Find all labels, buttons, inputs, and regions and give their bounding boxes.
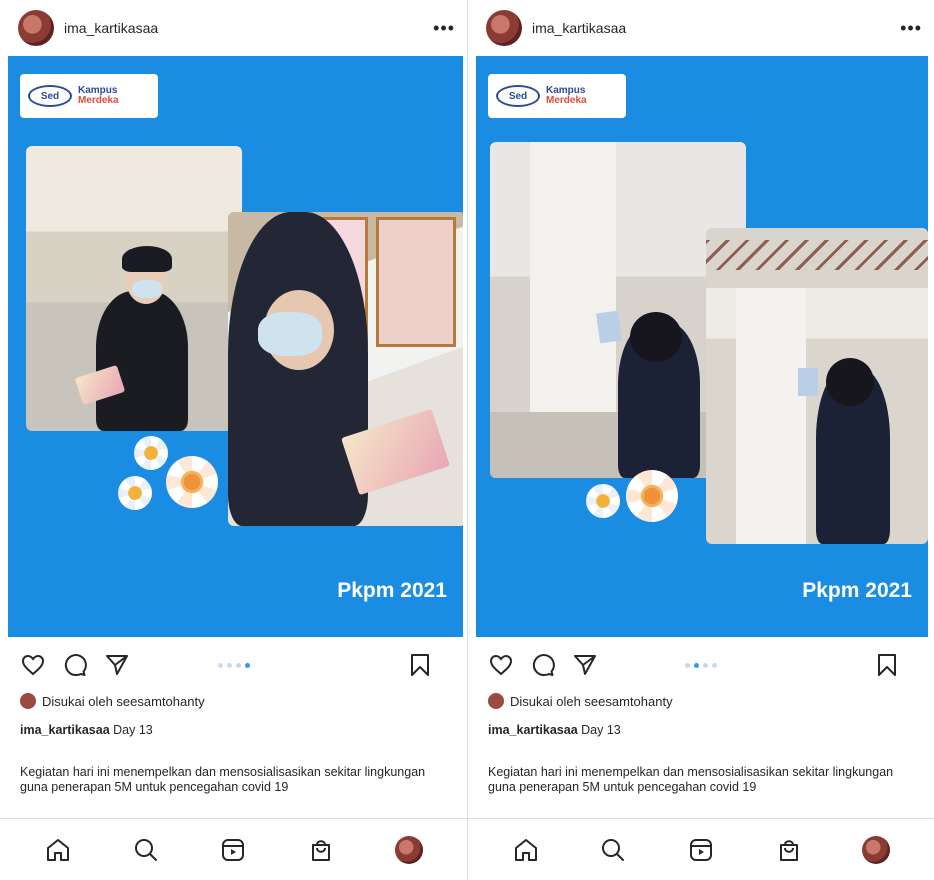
daisy-flower-icon bbox=[586, 484, 620, 518]
carousel-dot bbox=[226, 662, 232, 668]
logo-text: Kampus Merdeka bbox=[546, 84, 587, 106]
profile-avatar[interactable] bbox=[859, 833, 893, 867]
post-image[interactable]: Sed Kampus Merdeka Pkpm 2021 bbox=[476, 56, 928, 637]
comment-icon[interactable] bbox=[530, 652, 556, 678]
home-icon[interactable] bbox=[41, 833, 75, 867]
more-horizontal-icon[interactable]: ••• bbox=[900, 18, 922, 39]
username[interactable]: ima_kartikasaa bbox=[64, 20, 158, 36]
reels-icon[interactable] bbox=[684, 833, 718, 867]
caption-username[interactable]: ima_kartikasaa bbox=[20, 723, 110, 737]
caption-body: Kegiatan hari ini menempelkan dan mensos… bbox=[20, 765, 426, 794]
post-image[interactable]: Sed Kampus Merdeka Pkpm 2021 bbox=[8, 56, 463, 637]
caption-title: Day 13 bbox=[113, 723, 153, 737]
carousel-dot-active bbox=[694, 662, 699, 668]
bottom-navigation bbox=[468, 818, 934, 880]
bottom-navigation bbox=[0, 818, 467, 880]
home-icon[interactable] bbox=[509, 833, 543, 867]
photo-woman-holding-leaflet bbox=[228, 212, 463, 526]
carousel-dot bbox=[217, 662, 223, 668]
carousel-dot bbox=[703, 662, 708, 668]
user-avatar[interactable] bbox=[486, 10, 522, 46]
carousel-indicator bbox=[217, 662, 250, 668]
photo-student-holding-leaflet bbox=[26, 146, 242, 431]
caption-username[interactable]: ima_kartikasaa bbox=[488, 723, 578, 737]
caption-body: Kegiatan hari ini menempelkan dan mensos… bbox=[488, 765, 894, 794]
heart-icon[interactable] bbox=[20, 652, 46, 678]
profile-avatar[interactable] bbox=[392, 833, 426, 867]
username[interactable]: ima_kartikasaa bbox=[532, 20, 626, 36]
shop-icon[interactable] bbox=[772, 833, 806, 867]
likes-row[interactable]: Disukai oleh seesamtohanty bbox=[488, 693, 673, 709]
post-actions-bar bbox=[0, 650, 467, 680]
instagram-post-panel-right: ima_kartikasaa ••• Sed Kampus Merdeka Pk… bbox=[467, 0, 934, 880]
daisy-flower-icon bbox=[134, 436, 168, 470]
share-icon[interactable] bbox=[104, 652, 130, 678]
share-icon[interactable] bbox=[572, 652, 598, 678]
logo-text: Kampus Merdeka bbox=[78, 84, 119, 106]
post-header: ima_kartikasaa ••• bbox=[468, 0, 934, 56]
logo-badge: Sed bbox=[28, 85, 72, 107]
photo-student-at-pillar bbox=[706, 228, 928, 544]
post-header: ima_kartikasaa ••• bbox=[0, 0, 467, 56]
likes-text: Disukai oleh seesamtohanty bbox=[510, 693, 673, 709]
shop-icon[interactable] bbox=[304, 833, 338, 867]
instagram-post-panel-left: ima_kartikasaa ••• Sed Kampus Merdeka Pk… bbox=[0, 0, 467, 880]
caption-header: ima_kartikasaa Day 13 bbox=[488, 723, 621, 737]
reels-icon[interactable] bbox=[216, 833, 250, 867]
more-horizontal-icon[interactable]: ••• bbox=[433, 18, 455, 39]
kampus-merdeka-logo: Sed Kampus Merdeka bbox=[20, 74, 158, 118]
likes-row[interactable]: Disukai oleh seesamtohanty bbox=[20, 693, 205, 709]
carousel-indicator bbox=[685, 662, 717, 668]
caption-header: ima_kartikasaa Day 13 bbox=[20, 723, 153, 737]
carousel-dot bbox=[685, 662, 690, 668]
logo-badge: Sed bbox=[496, 85, 540, 107]
bookmark-icon[interactable] bbox=[407, 652, 433, 678]
kampus-merdeka-logo: Sed Kampus Merdeka bbox=[488, 74, 626, 118]
liker-avatar bbox=[20, 693, 36, 709]
liker-avatar bbox=[488, 693, 504, 709]
comment-icon[interactable] bbox=[62, 652, 88, 678]
carousel-dot bbox=[712, 662, 717, 668]
search-icon[interactable] bbox=[129, 833, 163, 867]
post-tag-text: Pkpm 2021 bbox=[337, 579, 447, 602]
bookmark-icon[interactable] bbox=[874, 652, 900, 678]
carousel-dot bbox=[235, 662, 241, 668]
carousel-dot-active bbox=[244, 662, 250, 668]
search-icon[interactable] bbox=[596, 833, 630, 867]
heart-icon[interactable] bbox=[488, 652, 514, 678]
daisy-flower-icon bbox=[118, 476, 152, 510]
post-actions-bar bbox=[468, 650, 934, 680]
likes-text: Disukai oleh seesamtohanty bbox=[42, 693, 205, 709]
user-avatar[interactable] bbox=[18, 10, 54, 46]
daisy-flower-icon bbox=[626, 470, 678, 522]
post-tag-text: Pkpm 2021 bbox=[802, 579, 912, 602]
caption-title: Day 13 bbox=[581, 723, 621, 737]
daisy-flower-icon bbox=[166, 456, 218, 508]
